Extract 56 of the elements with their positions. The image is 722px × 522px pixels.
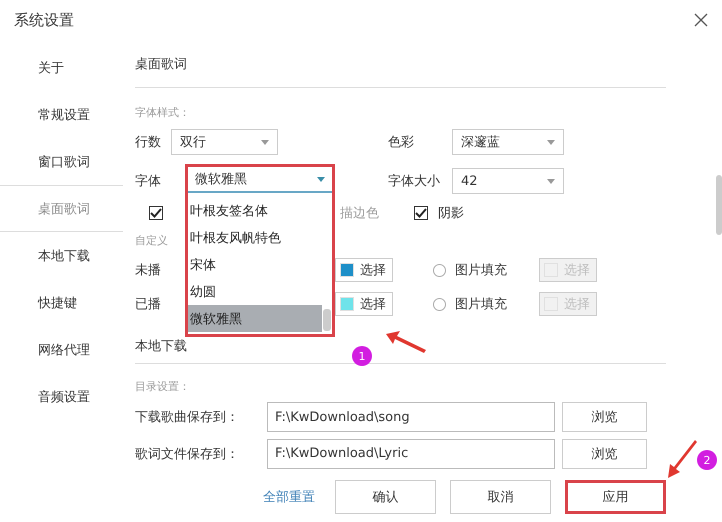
lines-select[interactable]: 双行 bbox=[171, 129, 278, 155]
field-label: 行数 bbox=[135, 134, 162, 151]
sidebar-item[interactable]: 本地下载 bbox=[0, 232, 123, 279]
step-badge: 1 bbox=[352, 346, 372, 366]
sidebar-item[interactable]: 窗口歌词 bbox=[0, 138, 123, 185]
dialog-button[interactable]: 取消 bbox=[450, 480, 551, 514]
sidebar-item[interactable]: 音频设置 bbox=[0, 373, 123, 420]
field-label: 字体大小 bbox=[388, 173, 441, 190]
field-label: 已播 bbox=[135, 297, 161, 312]
window-title: 系统设置 bbox=[14, 10, 74, 30]
dialog-button[interactable]: 确认 bbox=[335, 480, 436, 514]
color-button[interactable]: 选择 bbox=[335, 258, 393, 282]
caret-icon bbox=[317, 176, 325, 182]
field-label: 字体 bbox=[135, 173, 162, 190]
sidebar-item[interactable]: 快捷键 bbox=[0, 279, 123, 326]
font-dropdown[interactable]: 微软雅黑 叶根友签名体 叶根友风帆特色 宋体 幼圆 微软雅黑 bbox=[185, 164, 335, 337]
arrow-icon bbox=[384, 330, 428, 354]
sidebar-item[interactable]: 关于 bbox=[0, 44, 123, 91]
dialog-button[interactable]: 应用 bbox=[565, 480, 666, 514]
section-title: 本地下载 bbox=[135, 338, 187, 354]
field-label: 下载歌曲保存到： bbox=[135, 409, 240, 426]
color-button[interactable]: 选择 bbox=[335, 292, 393, 316]
color-select[interactable]: 深邃蓝 bbox=[452, 129, 564, 155]
radio-button[interactable] bbox=[433, 298, 446, 310]
sidebar-item[interactable]: 网络代理 bbox=[0, 326, 123, 373]
radio-button[interactable] bbox=[433, 264, 446, 276]
group-heading: 目录设置： bbox=[135, 379, 190, 394]
group-heading: 自定义 bbox=[135, 233, 168, 248]
checkbox[interactable] bbox=[414, 206, 428, 220]
font-option[interactable]: 微软雅黑 bbox=[188, 305, 322, 332]
field-label: 歌词文件保存到： bbox=[135, 446, 240, 462]
browse-button[interactable]: 浏览 bbox=[562, 402, 647, 432]
sidebar-item[interactable]: 桌面歌词 bbox=[0, 185, 123, 232]
checkbox[interactable] bbox=[149, 206, 163, 220]
caret-icon bbox=[261, 140, 269, 144]
caret-icon bbox=[547, 178, 555, 184]
caret-icon bbox=[547, 140, 555, 144]
radio-label: 图片填充 bbox=[455, 262, 508, 279]
dropdown-value: 微软雅黑 bbox=[195, 171, 247, 188]
reset-link[interactable]: 全部重置 bbox=[263, 488, 335, 506]
close-icon[interactable] bbox=[694, 13, 708, 27]
outline-label: 描边色 bbox=[340, 205, 380, 222]
radio-label: 图片填充 bbox=[455, 296, 508, 313]
section-title: 桌面歌词 bbox=[135, 56, 187, 72]
path-field[interactable]: F:\KwDownload\song bbox=[267, 402, 555, 432]
browse-button[interactable]: 浏览 bbox=[562, 438, 647, 468]
checkbox-label: 阴影 bbox=[438, 205, 465, 222]
scrollbar-thumb[interactable] bbox=[323, 309, 331, 331]
field-label: 色彩 bbox=[388, 134, 415, 151]
size-select[interactable]: 42 bbox=[452, 168, 564, 194]
scrollbar-thumb[interactable] bbox=[716, 175, 722, 235]
field-label: 未播 bbox=[135, 263, 161, 278]
step-badge: 2 bbox=[697, 450, 717, 470]
path-field[interactable]: F:\KwDownload\Lyric bbox=[267, 438, 555, 468]
sidebar-item[interactable]: 常规设置 bbox=[0, 91, 123, 138]
group-heading: 字体样式： bbox=[135, 105, 190, 120]
